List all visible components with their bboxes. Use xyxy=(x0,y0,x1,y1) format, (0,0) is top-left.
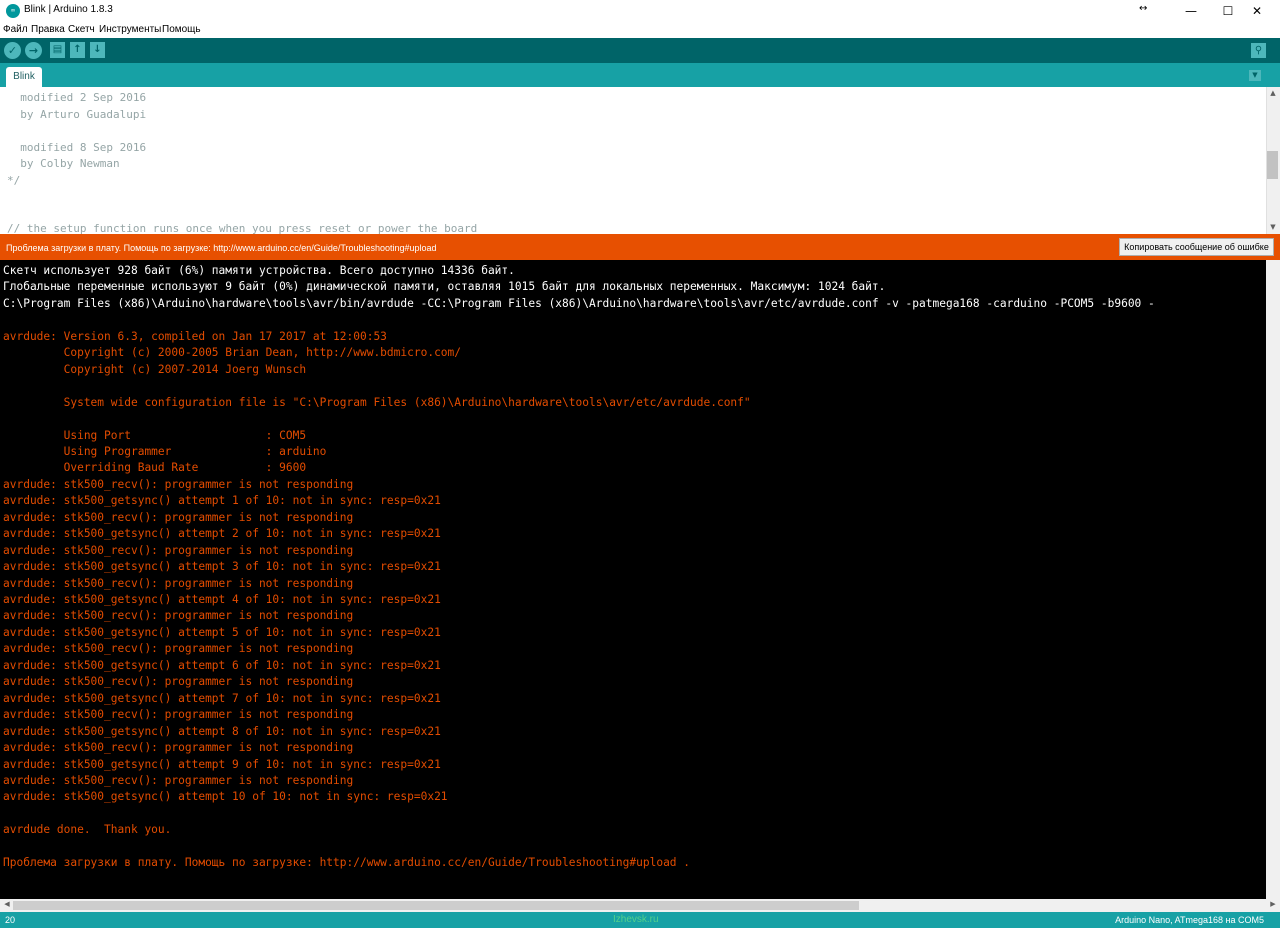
code-editor[interactable]: modified 2 Sep 2016 by Arturo Guadalupi … xyxy=(0,87,1280,234)
console-line: Скетч использует 928 байт (6%) памяти ус… xyxy=(3,264,515,277)
tab-bar: Blink ▼ xyxy=(0,63,1280,87)
console-horizontal-scrollbar[interactable]: ◀ ▶ xyxy=(0,899,1280,912)
console-line: Using Programmer : arduino xyxy=(3,444,327,458)
menu-file[interactable]: Файл xyxy=(3,24,28,35)
magnifier-icon: ⚲ xyxy=(1254,45,1263,56)
scroll-down-icon[interactable]: ▼ xyxy=(1266,223,1280,231)
menu-edit[interactable]: Правка xyxy=(31,24,65,35)
console-line: avrdude: stk500_getsync() attempt 2 of 1… xyxy=(3,527,441,541)
menu-help[interactable]: Помощь xyxy=(162,24,201,35)
window-title: Blink | Arduino 1.8.3 xyxy=(24,4,113,15)
chevron-down-icon: ▼ xyxy=(1252,71,1258,79)
console-line: Using Port : COM5 xyxy=(3,428,307,442)
menu-tools[interactable]: Инструменты xyxy=(99,24,161,35)
code-line: by Arturo Guadalupi xyxy=(7,107,147,121)
serial-monitor-button[interactable]: ⚲ xyxy=(1251,43,1266,58)
verify-button[interactable]: ✓ xyxy=(4,42,21,59)
error-message: Проблема загрузки в плату. Помощь по заг… xyxy=(6,243,437,253)
console-line: avrdude: stk500_recv(): programmer is no… xyxy=(3,708,354,722)
tab-blink[interactable]: Blink xyxy=(6,67,42,87)
menu-sketch[interactable]: Скетч xyxy=(68,24,95,35)
console-line: avrdude: stk500_getsync() attempt 10 of … xyxy=(3,790,448,804)
console-line: Copyright (c) 2007-2014 Joerg Wunsch xyxy=(3,362,307,376)
arrow-right-icon: → xyxy=(28,44,39,57)
close-button[interactable]: ✕ xyxy=(1234,0,1280,22)
new-file-icon: ▤ xyxy=(52,44,63,55)
console-line: Copyright (c) 2000-2005 Brian Dean, http… xyxy=(3,346,462,360)
console-line: avrdude: stk500_recv(): programmer is no… xyxy=(3,510,354,524)
console-line: avrdude: stk500_recv(): programmer is no… xyxy=(3,741,354,755)
title-bar: ∞ Blink | Arduino 1.8.3 ↔ — ☐ ✕ xyxy=(0,0,1280,22)
error-status-bar: Проблема загрузки в плату. Помощь по заг… xyxy=(0,234,1280,260)
console-line: C:\Program Files (x86)\Arduino\hardware\… xyxy=(3,296,1155,310)
upload-button[interactable]: → xyxy=(25,42,42,59)
console-output[interactable]: Скетч использует 928 байт (6%) памяти ус… xyxy=(0,260,1280,899)
tab-menu-button[interactable]: ▼ xyxy=(1249,70,1261,81)
console-line: avrdude: stk500_recv(): programmer is no… xyxy=(3,609,354,623)
copy-error-button[interactable]: Копировать сообщение об ошибке xyxy=(1119,238,1274,256)
code-line: */ xyxy=(7,173,21,187)
console-line: avrdude done. Thank you. xyxy=(3,823,172,837)
check-icon: ✓ xyxy=(7,44,18,57)
console-line: Overriding Baud Rate : 9600 xyxy=(3,461,307,475)
console-line: avrdude: stk500_getsync() attempt 5 of 1… xyxy=(3,625,441,639)
console-line: avrdude: stk500_recv(): programmer is no… xyxy=(3,543,354,557)
console-line: avrdude: Version 6.3, compiled on Jan 17… xyxy=(3,329,387,343)
save-sketch-button[interactable]: ↓ xyxy=(90,42,105,58)
board-info: Arduino Nano, ATmega168 на COM5 xyxy=(1115,915,1264,925)
scroll-right-icon[interactable]: ▶ xyxy=(1266,900,1280,908)
console-line: avrdude: stk500_getsync() attempt 9 of 1… xyxy=(3,757,441,771)
menu-bar: Файл Правка Скетч Инструменты Помощь xyxy=(0,22,1280,38)
open-sketch-button[interactable]: ↑ xyxy=(70,42,85,58)
console-line: avrdude: stk500_recv(): programmer is no… xyxy=(3,576,354,590)
editor-scrollbar-thumb[interactable] xyxy=(1267,151,1278,179)
line-number: 20 xyxy=(5,915,16,925)
console-line: Проблема загрузки в плату. Помощь по заг… xyxy=(3,856,691,870)
console-line: avrdude: stk500_recv(): programmer is no… xyxy=(3,642,354,656)
resize-icon: ↔ xyxy=(1139,3,1148,14)
scroll-up-icon[interactable]: ▲ xyxy=(1266,89,1280,97)
console-line: avrdude: stk500_recv(): programmer is no… xyxy=(3,477,354,491)
console-line: avrdude: stk500_recv(): programmer is no… xyxy=(3,773,354,787)
new-sketch-button[interactable]: ▤ xyxy=(50,42,65,58)
console-line: avrdude: stk500_getsync() attempt 4 of 1… xyxy=(3,593,441,606)
console-line: avrdude: stk500_getsync() attempt 1 of 1… xyxy=(3,494,441,508)
toolbar: ✓ → ▤ ↑ ↓ ⚲ xyxy=(0,38,1280,63)
console-horizontal-thumb[interactable] xyxy=(13,901,859,910)
arrow-down-icon: ↓ xyxy=(93,44,102,55)
code-line: // the setup function runs once when you… xyxy=(7,222,478,234)
watermark: Izhevsk.ru xyxy=(613,914,659,925)
code-line: by Colby Newman xyxy=(7,157,120,170)
console-line: Глобальные переменные используют 9 байт … xyxy=(3,280,886,294)
bottom-status-bar: 20 Izhevsk.ru Arduino Nano, ATmega168 на… xyxy=(0,912,1280,928)
code-line: modified 8 Sep 2016 xyxy=(7,140,147,154)
scroll-left-icon[interactable]: ◀ xyxy=(0,900,14,908)
arduino-icon: ∞ xyxy=(6,4,20,18)
console-line: avrdude: stk500_getsync() attempt 3 of 1… xyxy=(3,560,441,574)
console-line: avrdude: stk500_getsync() attempt 6 of 1… xyxy=(3,658,441,672)
console-line: avrdude: stk500_getsync() attempt 8 of 1… xyxy=(3,724,441,738)
console-line: avrdude: stk500_recv(): programmer is no… xyxy=(3,675,354,689)
code-line: modified 2 Sep 2016 xyxy=(7,91,147,104)
arrow-up-icon: ↑ xyxy=(73,44,82,55)
console-line: System wide configuration file is "C:\Pr… xyxy=(3,395,751,409)
console-scrollbar[interactable] xyxy=(1266,260,1280,899)
console-line: avrdude: stk500_getsync() attempt 7 of 1… xyxy=(3,691,441,705)
